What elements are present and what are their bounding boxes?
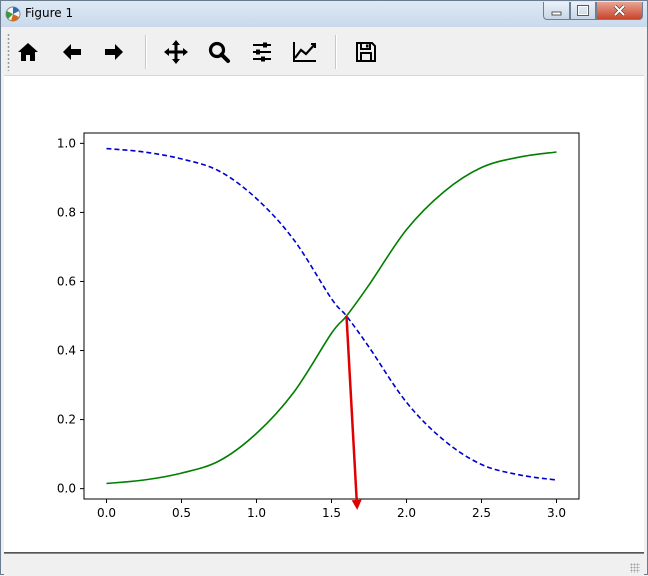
forward-button[interactable] xyxy=(99,37,129,67)
x-tick-label: 0.0 xyxy=(97,506,116,520)
maximize-button[interactable] xyxy=(570,2,596,20)
pan-icon xyxy=(164,40,188,64)
x-tick-label: 2.0 xyxy=(397,506,416,520)
forward-icon xyxy=(105,44,123,60)
zoom-button[interactable] xyxy=(204,37,234,67)
home-button[interactable] xyxy=(13,37,43,67)
close-icon xyxy=(613,4,626,17)
x-tick-label: 2.5 xyxy=(472,506,491,520)
toolbar-separator xyxy=(145,35,147,69)
title-bar[interactable]: Figure 1 xyxy=(1,1,647,27)
back-icon xyxy=(63,44,81,60)
save-icon xyxy=(356,42,376,62)
back-button[interactable] xyxy=(57,37,87,67)
pan-button[interactable] xyxy=(161,37,191,67)
figure-canvas[interactable]: 0.0 0.5 1.0 1.5 2.0 2.5 3.0 0.0 0.2 0.4 0.6 0.8 1.0 xyxy=(4,76,644,553)
zoom-icon xyxy=(208,41,230,63)
series-line-0 xyxy=(106,147,557,481)
x-tick-label: 3.0 xyxy=(547,506,566,520)
minimize-button[interactable] xyxy=(543,2,570,20)
toolbar-separator xyxy=(335,35,337,69)
minimize-icon xyxy=(551,11,562,16)
toolbar-grip[interactable] xyxy=(7,33,10,71)
y-tick-label: 0.2 xyxy=(57,413,76,427)
y-tick-label: 0.8 xyxy=(57,205,76,219)
resize-grip[interactable] xyxy=(630,563,640,573)
save-button[interactable] xyxy=(351,37,381,67)
app-icon xyxy=(5,6,21,22)
subplots-button[interactable] xyxy=(247,37,277,67)
x-tick-label: 1.0 xyxy=(247,506,266,520)
home-icon xyxy=(18,43,38,61)
x-tick-label: 1.5 xyxy=(322,506,341,520)
series-line-1 xyxy=(106,151,557,485)
customize-icon xyxy=(293,42,316,62)
figure-window: Figure 1 0.0 0.5 1.0 1.5 2.0 2.5 3.0 0.0… xyxy=(0,0,648,576)
subplots-icon xyxy=(253,42,271,62)
navigation-toolbar xyxy=(4,29,644,76)
status-bar xyxy=(4,553,644,576)
close-button[interactable] xyxy=(596,2,643,20)
y-tick-label: 1.0 xyxy=(57,136,76,150)
x-tick-label: 0.5 xyxy=(172,506,191,520)
line-chart: 0.0 0.5 1.0 1.5 2.0 2.5 3.0 0.0 0.2 0.4 0.6 0.8 1.0 xyxy=(57,132,580,520)
y-tick-label: 0.6 xyxy=(57,274,76,288)
window-title: Figure 1 xyxy=(25,6,74,20)
axes-frame xyxy=(83,132,580,500)
annotation-arrow xyxy=(345,315,362,510)
maximize-icon xyxy=(577,5,589,16)
y-tick-label: 0.0 xyxy=(57,482,76,496)
y-tick-label: 0.4 xyxy=(57,344,76,358)
customize-button[interactable] xyxy=(290,37,320,67)
